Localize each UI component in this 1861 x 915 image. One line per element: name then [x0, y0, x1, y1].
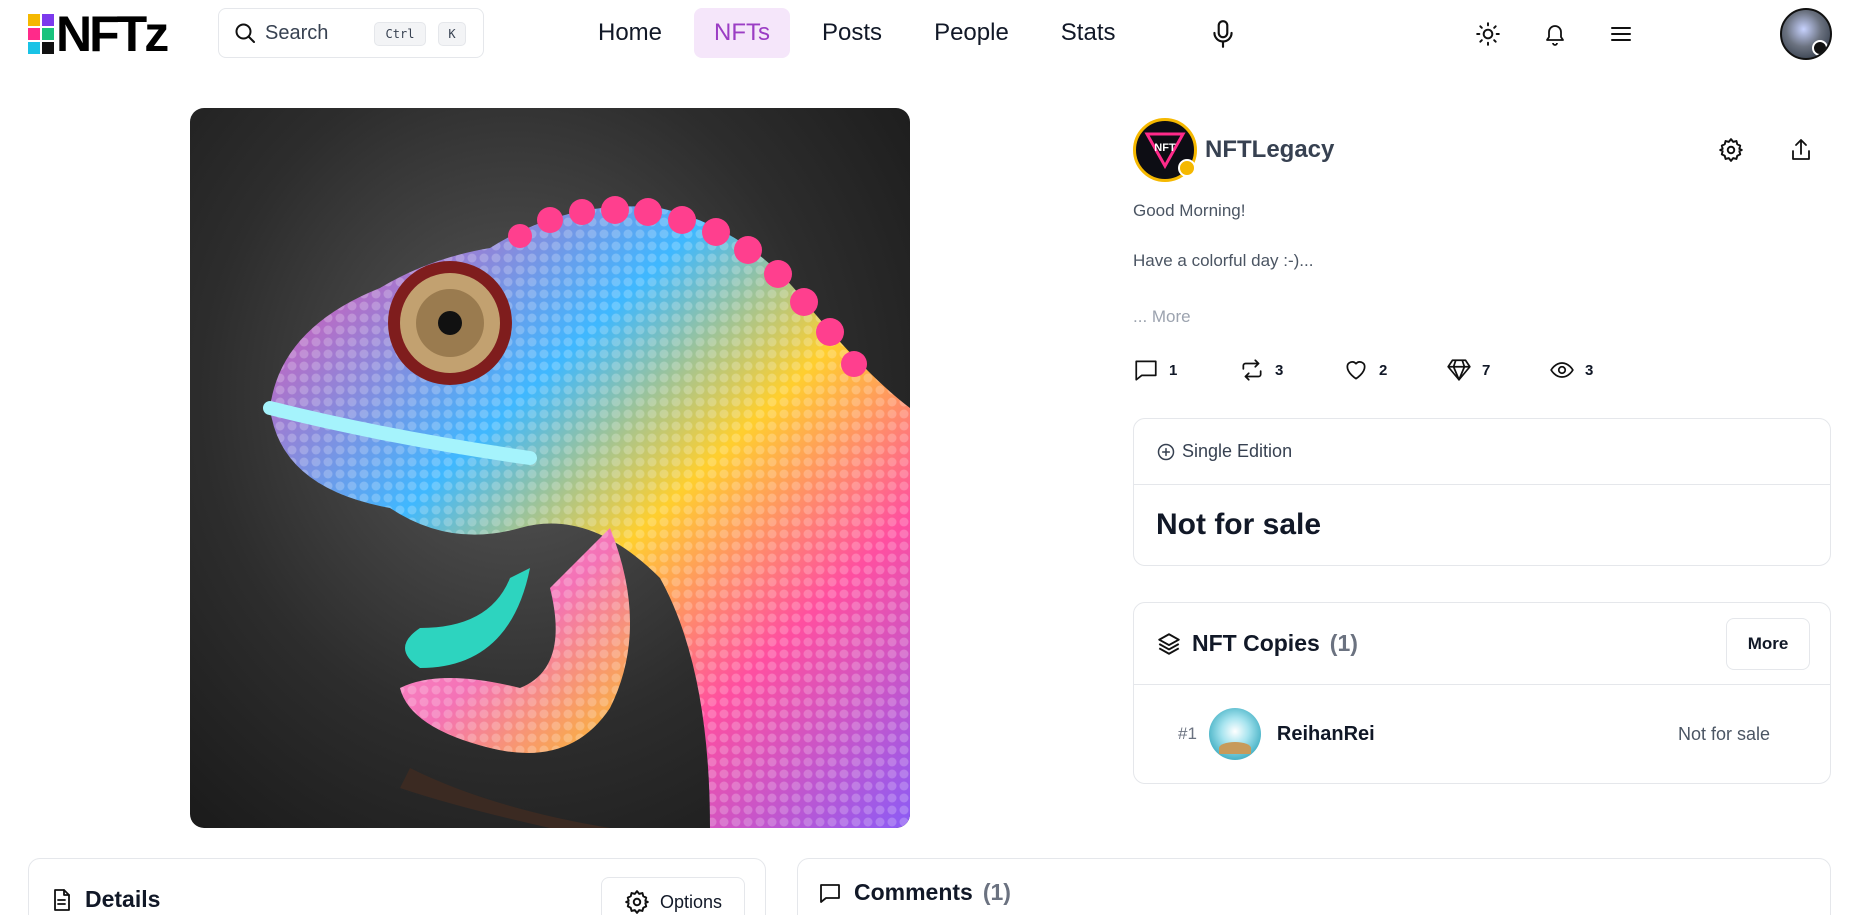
logo-text: NFTz [56, 6, 169, 62]
sale-status: Not for sale [1156, 508, 1322, 541]
microphone-icon [1213, 20, 1233, 48]
logo-mark [28, 14, 54, 54]
comment-icon [820, 883, 840, 903]
description-line-1: Good Morning! [1133, 201, 1246, 220]
menu-button[interactable] [1605, 18, 1637, 50]
verified-badge [1178, 159, 1196, 177]
nft-copies-header: NFT Copies (1) More [1134, 603, 1830, 685]
nft-copies-title: NFT Copies [1192, 630, 1320, 656]
nav-nfts[interactable]: NFTs [694, 8, 791, 58]
sun-icon [1476, 22, 1500, 46]
comments-title-text: Comments [854, 879, 973, 905]
nft-copies-card: NFT Copies (1) More #1 ReihanRei Not for… [1133, 602, 1831, 784]
edition-label: Single Edition [1182, 441, 1293, 461]
views-stat: 3 [1549, 357, 1593, 383]
nav-home[interactable]: Home [578, 8, 682, 58]
settings-button[interactable] [1713, 132, 1749, 168]
copies-more-button[interactable]: More [1726, 618, 1810, 670]
comments-panel: Comments (1) [797, 858, 1831, 915]
creator-name[interactable]: NFTLegacy [1205, 136, 1334, 164]
description-line-2: Have a colorful day :-)... [1133, 251, 1314, 270]
theme-toggle-button[interactable] [1472, 18, 1504, 50]
views-count: 3 [1585, 361, 1594, 379]
search-icon [235, 23, 255, 43]
bell-icon [1546, 25, 1564, 46]
shortcut-ctrl-key: Ctrl [374, 22, 426, 46]
likes-stat[interactable]: 2 [1343, 357, 1446, 383]
details-title: Details [49, 886, 160, 913]
comment-icon [1135, 360, 1157, 381]
search-placeholder: Search [265, 21, 329, 44]
owner-name[interactable]: ReihanRei [1277, 723, 1375, 746]
details-title-text: Details [85, 886, 161, 912]
likes-count: 2 [1379, 361, 1388, 379]
nft-copies-count: (1) [1329, 630, 1358, 656]
reposts-count: 3 [1275, 361, 1284, 379]
comments-count: 1 [1169, 361, 1178, 379]
owner-avatar[interactable] [1208, 708, 1261, 760]
copy-sale-status: Not for sale [1677, 723, 1770, 744]
options-label: Options [659, 891, 723, 912]
creator-avatar[interactable]: NFT [1133, 118, 1197, 182]
options-button[interactable]: Options [601, 877, 745, 915]
menu-icon [1611, 27, 1631, 41]
user-avatar[interactable] [1780, 8, 1832, 60]
gems-count: 7 [1482, 361, 1491, 379]
creator-avatar-text: NFT [1154, 142, 1176, 154]
share-icon [1792, 139, 1810, 160]
edition-header: Single Edition [1134, 419, 1830, 485]
top-header: NFTz Search Ctrl K Home NFTs Posts Peopl… [0, 0, 1861, 68]
site-logo[interactable]: NFTz [28, 6, 169, 62]
diamond-icon [1447, 359, 1471, 381]
heart-icon [1346, 361, 1366, 380]
chameleon-artwork [263, 196, 910, 828]
gems-stat[interactable]: 7 [1446, 357, 1549, 383]
notifications-button[interactable] [1539, 18, 1571, 50]
repost-icon [1242, 359, 1262, 381]
main-nav: Home NFTs Posts People Stats [578, 8, 1148, 58]
comments-title: Comments (1) [818, 879, 1011, 906]
description-more-link[interactable]: ... More [1133, 307, 1191, 327]
gear-icon [625, 890, 649, 914]
nav-posts[interactable]: Posts [802, 8, 902, 58]
copy-row[interactable]: #1 ReihanRei Not for sale [1134, 685, 1830, 783]
gear-icon [1719, 138, 1743, 162]
plus-circle-icon [1157, 443, 1175, 460]
comments-title-count: (1) [982, 879, 1011, 905]
document-icon [54, 888, 70, 911]
reposts-stat[interactable]: 3 [1239, 357, 1343, 383]
share-button[interactable] [1783, 132, 1819, 168]
details-panel: Details Options [28, 858, 766, 915]
nft-artwork-image[interactable] [190, 108, 910, 828]
search-input[interactable]: Search Ctrl K [218, 8, 484, 58]
nav-people[interactable]: People [914, 8, 1029, 58]
engagement-stats: 1 3 2 7 3 [1133, 357, 1593, 383]
comments-stat[interactable]: 1 [1133, 357, 1239, 383]
shortcut-k-key: K [438, 22, 466, 46]
copy-number: #1 [1178, 724, 1197, 743]
microphone-button[interactable] [1203, 14, 1243, 54]
edition-card: Single Edition Not for sale [1133, 418, 1831, 566]
layers-icon [1158, 632, 1180, 655]
nav-stats[interactable]: Stats [1041, 8, 1136, 58]
creator-header[interactable]: NFT NFTLegacy [1133, 118, 1334, 182]
eye-icon [1550, 362, 1574, 378]
